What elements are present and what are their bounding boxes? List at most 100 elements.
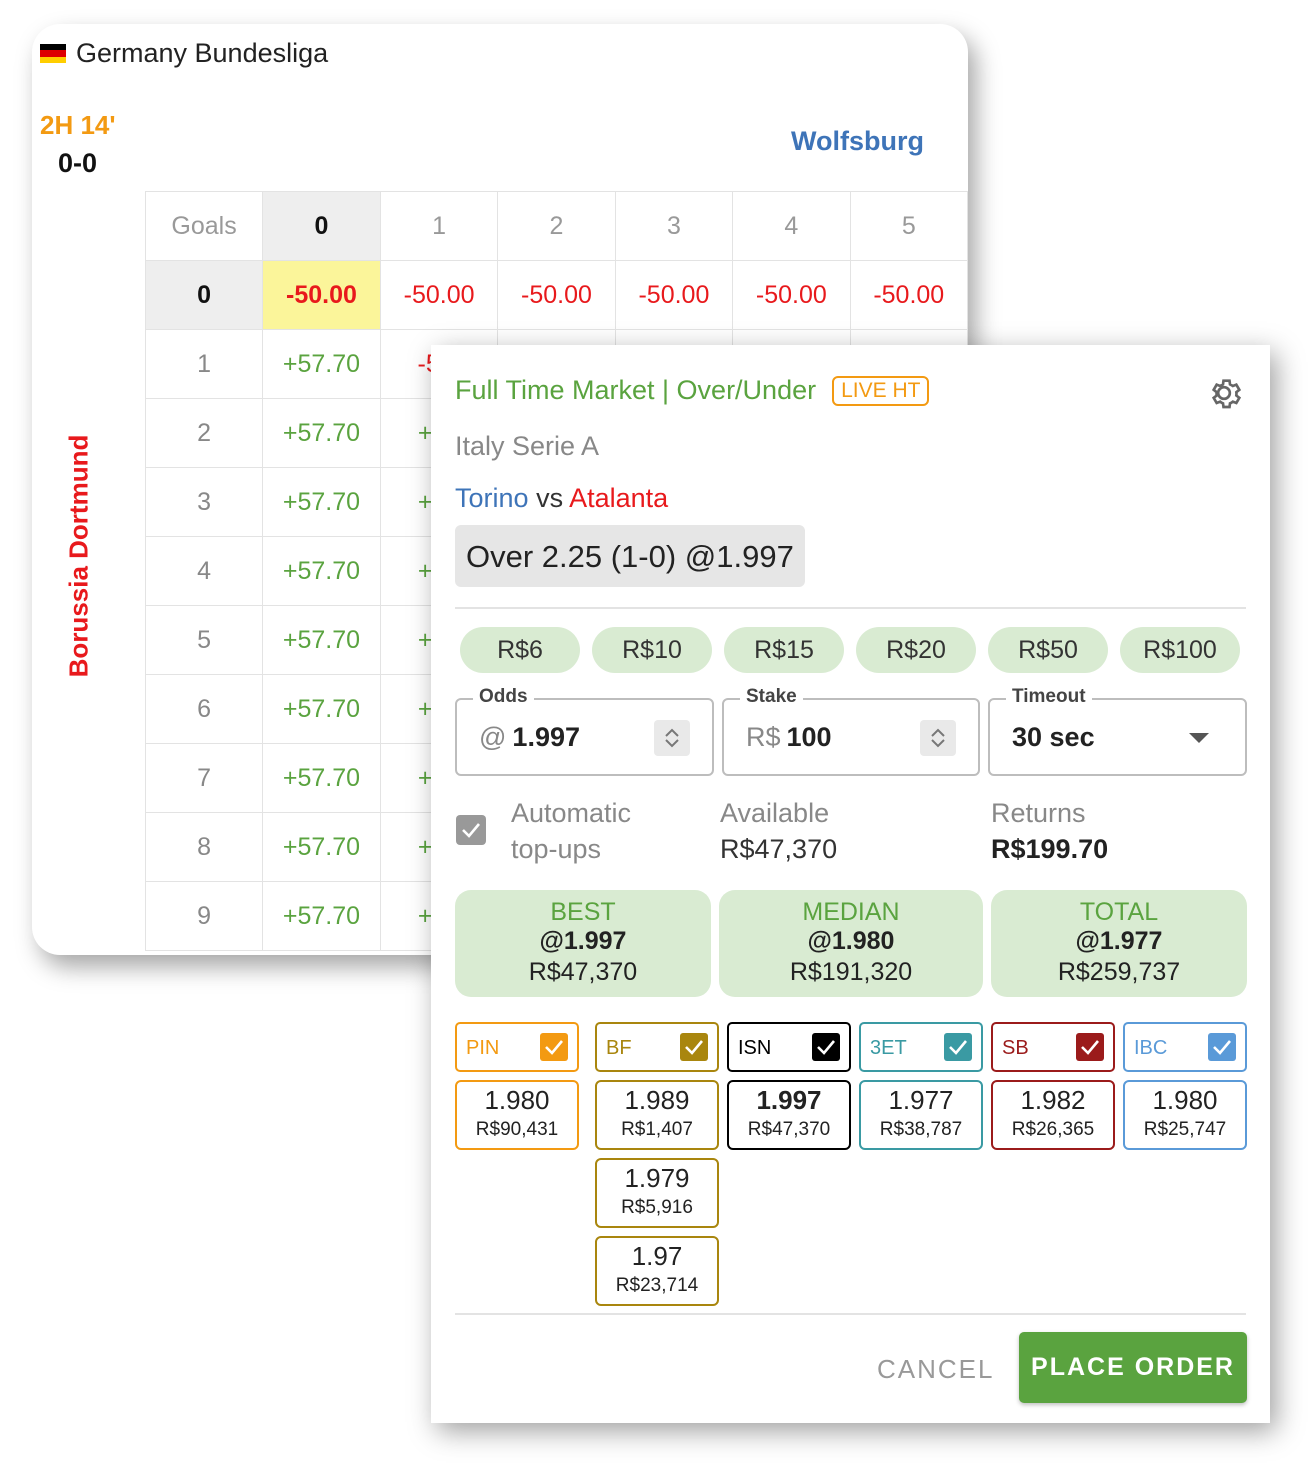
grid-cell[interactable]: +57.70 <box>262 605 381 675</box>
summary-title: MEDIAN <box>802 898 900 926</box>
grid-cell[interactable]: -50.00 <box>262 260 381 330</box>
bookie-name: PIN <box>466 1037 500 1059</box>
stake-chip[interactable]: R$10 <box>592 627 712 673</box>
odds-stepper-icon[interactable] <box>654 720 690 756</box>
ticket-league: Italy Serie A <box>455 431 600 461</box>
quote-odds: 1.97 <box>631 1241 683 1271</box>
match-score: 0-0 <box>58 148 98 178</box>
auto-topups-checkbox[interactable] <box>456 815 486 845</box>
bookie-toggle-pin[interactable]: PIN <box>455 1022 579 1072</box>
checkbox-checked-icon[interactable] <box>1076 1033 1104 1061</box>
quote-bf-1[interactable]: 1.979 R$5,916 <box>595 1158 719 1228</box>
available-label: Available <box>720 798 830 828</box>
grid-row-header: 6 <box>144 674 264 744</box>
quote-ibc-0[interactable]: 1.980 R$25,747 <box>1123 1080 1247 1150</box>
quote-odds: 1.977 <box>888 1085 954 1115</box>
grid-row-header: 1 <box>144 329 264 399</box>
stake-chip[interactable]: R$50 <box>988 627 1108 673</box>
grid-cell[interactable]: -50.00 <box>497 260 616 330</box>
grid-cell[interactable]: +57.70 <box>262 812 381 882</box>
timeout-select[interactable]: Timeout 30 sec <box>988 686 1247 776</box>
grid-row: 0 -50.00 -50.00 -50.00 -50.00 -50.00 -50… <box>144 260 968 330</box>
quote-amount: R$25,747 <box>1143 1119 1227 1140</box>
match-clock: 2H 14' <box>40 110 116 140</box>
grid-cell[interactable]: -50.00 <box>849 260 968 330</box>
grid-col-header: 1 <box>379 191 499 261</box>
grid-row-header: 7 <box>144 743 264 813</box>
grid-col-header: 4 <box>732 191 851 261</box>
summary-odds: @1.977 <box>1075 927 1163 955</box>
home-team: Torino <box>455 483 529 513</box>
germany-flag-icon <box>40 43 66 64</box>
selection-label: Over 2.25 (1-0) @1.997 <box>455 525 805 587</box>
stake-prefix: R$ <box>746 722 781 752</box>
grid-row-header: 2 <box>144 398 264 468</box>
bookie-toggle-sb[interactable]: SB <box>991 1022 1115 1072</box>
odds-field[interactable]: Odds @1.997 <box>455 686 714 776</box>
quote-amount: R$5,916 <box>621 1197 693 1218</box>
grid-row-header: 3 <box>144 467 264 537</box>
stake-chips: R$6 R$10 R$15 R$20 R$50 R$100 <box>460 627 1240 673</box>
bookie-toggle-3et[interactable]: 3ET <box>859 1022 983 1072</box>
grid-col-header: 0 <box>262 191 381 261</box>
returns: Returns R$199.70 <box>991 795 1108 867</box>
grid-cell[interactable]: +57.70 <box>262 881 381 951</box>
grid-cell[interactable]: +57.70 <box>262 467 381 537</box>
stake-chip[interactable]: R$20 <box>856 627 976 673</box>
bookie-toggle-bf[interactable]: BF <box>595 1022 719 1072</box>
quote-sb-0[interactable]: 1.982 R$26,365 <box>991 1080 1115 1150</box>
quote-odds: 1.980 <box>484 1085 550 1115</box>
bookie-name: BF <box>606 1037 632 1059</box>
quote-odds: 1.989 <box>624 1085 690 1115</box>
grid-cell[interactable]: -50.00 <box>614 260 734 330</box>
cancel-button[interactable]: CANCEL <box>871 1353 1000 1386</box>
chevron-down-icon <box>1189 733 1209 743</box>
stake-chip[interactable]: R$6 <box>460 627 580 673</box>
checkbox-checked-icon[interactable] <box>680 1033 708 1061</box>
stake-chip[interactable]: R$100 <box>1120 627 1240 673</box>
grid-cell[interactable]: -50.00 <box>379 260 499 330</box>
quote-bf-2[interactable]: 1.97 R$23,714 <box>595 1236 719 1306</box>
stake-field[interactable]: Stake R$ 100 <box>722 686 980 776</box>
quote-bf-0[interactable]: 1.989 R$1,407 <box>595 1080 719 1150</box>
stake-stepper-icon[interactable] <box>920 720 956 756</box>
quote-pin-0[interactable]: 1.980 R$90,431 <box>455 1080 579 1150</box>
bookie-toggle-ibc[interactable]: IBC <box>1123 1022 1247 1072</box>
grid-row-header: 5 <box>144 605 264 675</box>
grid-cell[interactable]: +57.70 <box>262 743 381 813</box>
summary-title: BEST <box>550 898 616 926</box>
grid-col-header: 5 <box>849 191 968 261</box>
vs-label: vs <box>536 483 564 513</box>
bookie-name: IBC <box>1134 1037 1168 1059</box>
check-icon <box>462 823 480 838</box>
quote-3et-0[interactable]: 1.977 R$38,787 <box>859 1080 983 1150</box>
summary-amount: R$259,737 <box>1057 958 1181 986</box>
summary-amount: R$191,320 <box>789 958 913 986</box>
summary-odds: @1.997 <box>539 927 627 955</box>
returns-value: R$199.70 <box>991 834 1109 864</box>
gear-icon[interactable] <box>1204 373 1244 413</box>
market-title: Full Time Market | Over/Under LIVE HT <box>455 375 930 406</box>
quote-isn-0[interactable]: 1.997 R$47,370 <box>727 1080 851 1150</box>
grid-cell[interactable]: -50.00 <box>732 260 851 330</box>
checkbox-checked-icon[interactable] <box>944 1033 972 1061</box>
grid-cell[interactable]: +57.70 <box>262 329 381 399</box>
grid-cell[interactable]: +57.70 <box>262 536 381 606</box>
quote-odds: 1.979 <box>624 1163 690 1193</box>
bookie-toggle-isn[interactable]: ISN <box>727 1022 851 1072</box>
live-status-badge: LIVE HT <box>832 375 930 406</box>
bookie-name: ISN <box>738 1037 772 1059</box>
checkbox-checked-icon[interactable] <box>1208 1033 1236 1061</box>
auto-topups-line2: top-ups <box>511 834 602 864</box>
stake-label: Stake <box>740 686 803 708</box>
grid-corner-label: Goals <box>144 191 264 261</box>
quote-odds: 1.980 <box>1152 1085 1218 1115</box>
checkbox-checked-icon[interactable] <box>540 1033 568 1061</box>
summary-total: TOTAL @1.977 R$259,737 <box>991 890 1247 997</box>
stake-chip[interactable]: R$15 <box>724 627 844 673</box>
odds-number: 1.997 <box>512 722 580 752</box>
grid-cell[interactable]: +57.70 <box>262 674 381 744</box>
grid-cell[interactable]: +57.70 <box>262 398 381 468</box>
checkbox-checked-icon[interactable] <box>812 1033 840 1061</box>
place-order-button[interactable]: PLACE ORDER <box>1019 1332 1247 1403</box>
